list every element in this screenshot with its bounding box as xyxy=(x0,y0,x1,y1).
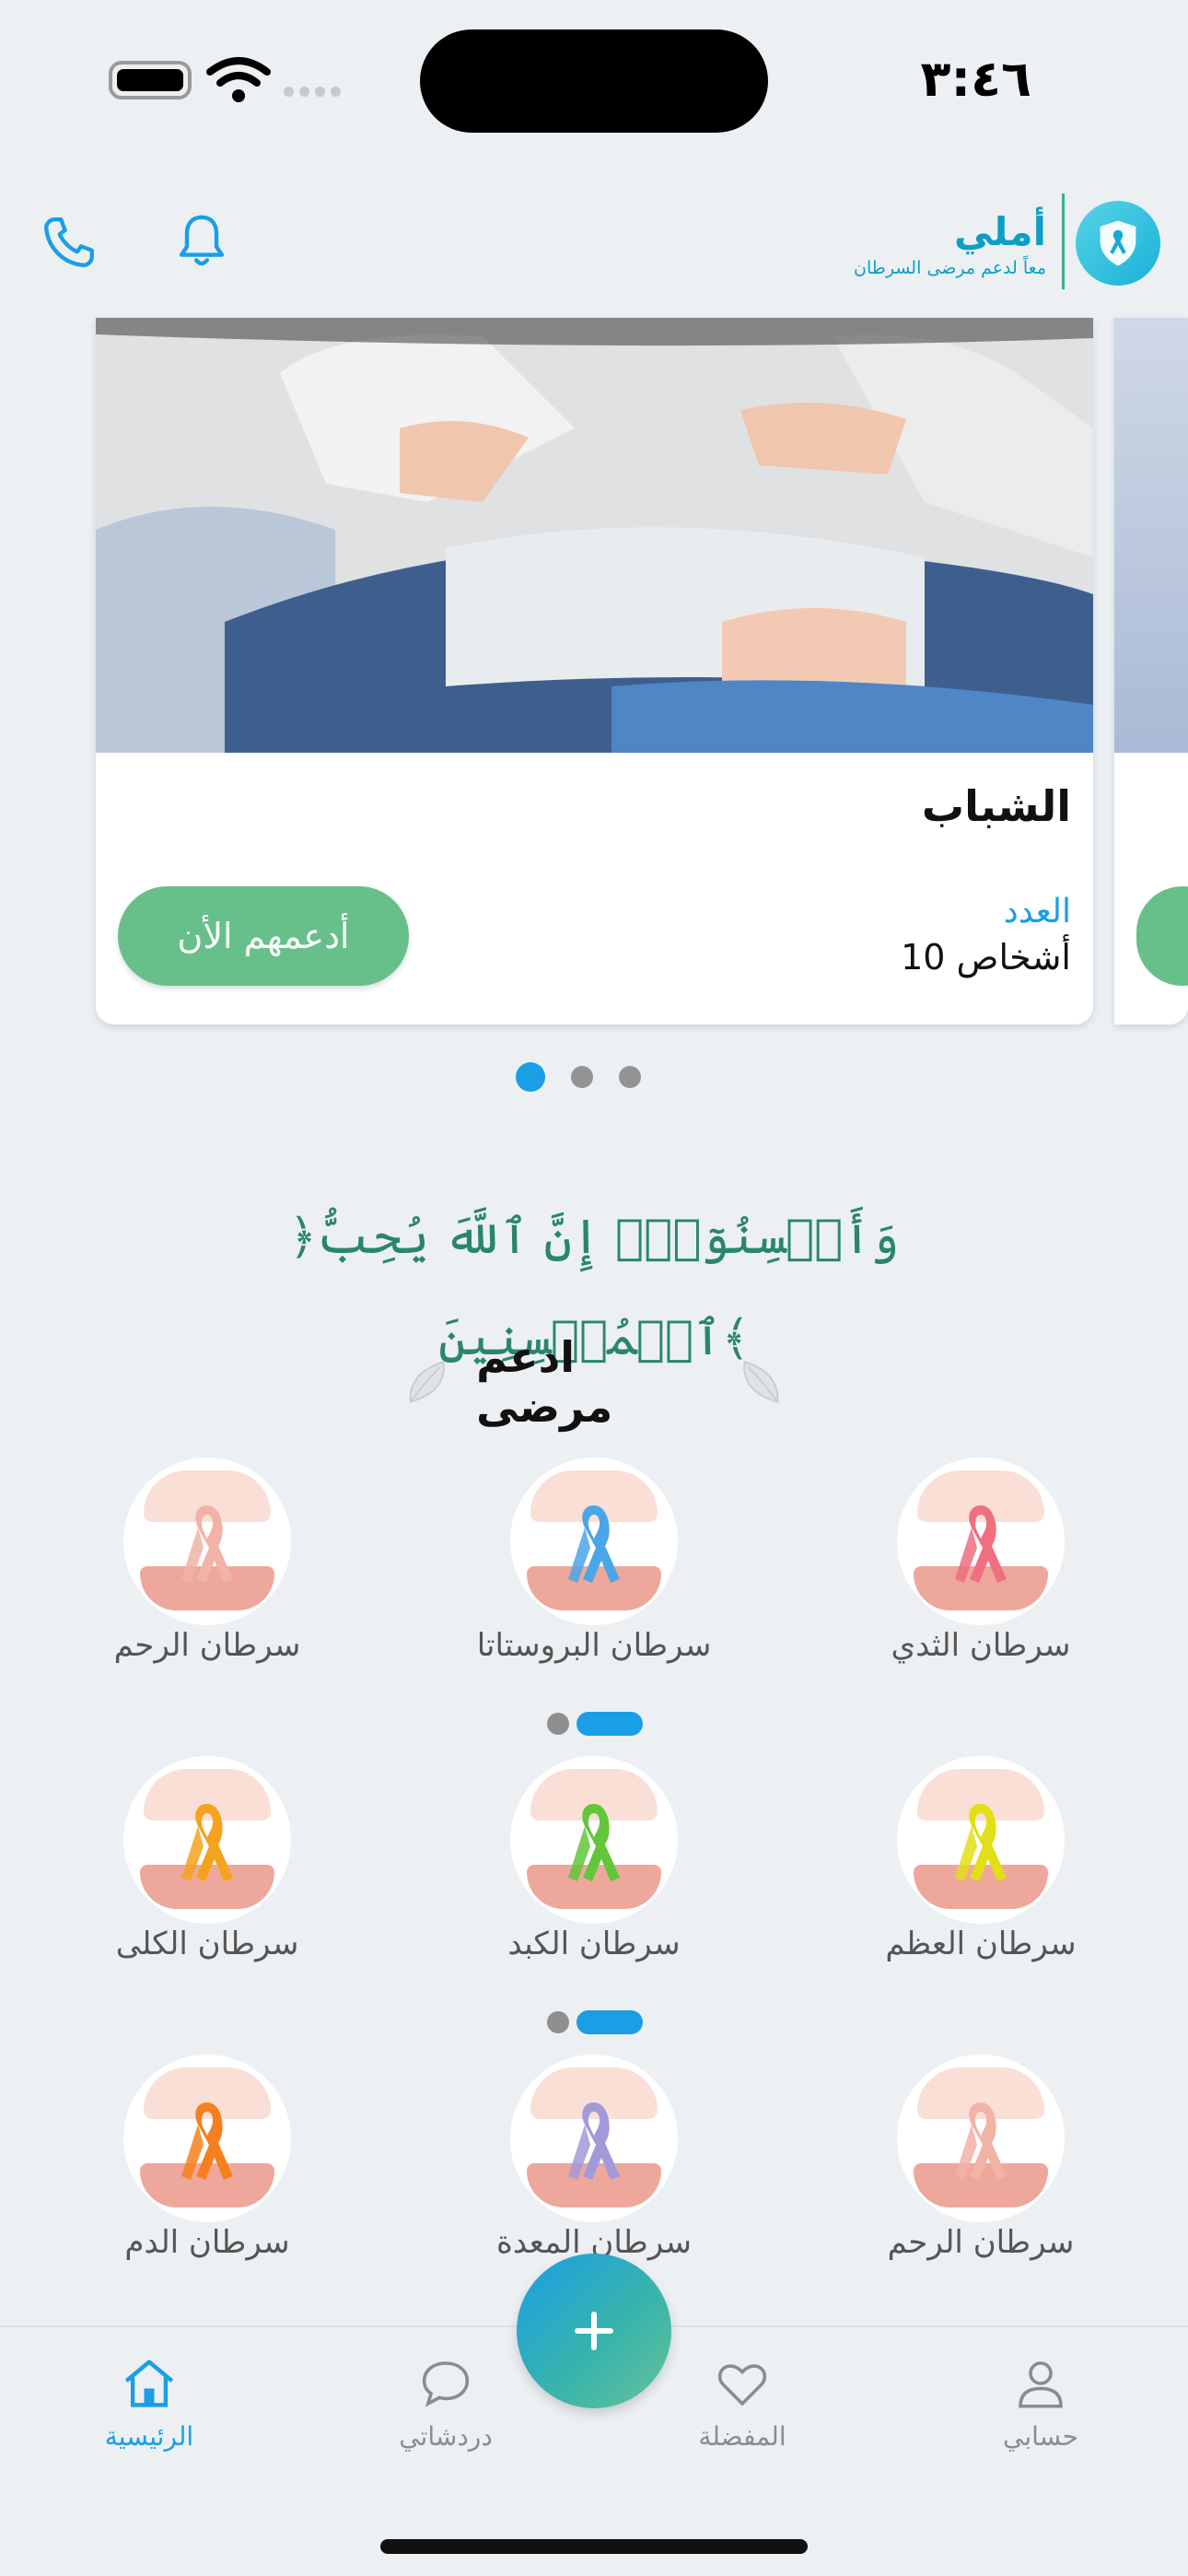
category-item[interactable]: سرطان الكلى xyxy=(41,1756,373,1968)
home-icon xyxy=(124,2359,174,2407)
bell-icon[interactable] xyxy=(169,208,234,275)
phone-icon[interactable] xyxy=(37,210,101,275)
category-item[interactable]: سرطان الكبد xyxy=(428,1756,760,1968)
category-label: سرطان الدم xyxy=(124,2224,290,2261)
category-label: سرطان الرحم xyxy=(887,2224,1075,2261)
header-divider xyxy=(1062,193,1065,289)
category-label: سرطان البروستاتا xyxy=(476,1627,712,1664)
add-button[interactable] xyxy=(517,2254,671,2408)
heart-icon xyxy=(717,2364,767,2406)
category-label: سرطان العظم xyxy=(885,1926,1077,1962)
home-indicator xyxy=(380,2539,808,2554)
tab-home[interactable]: الرئيسية xyxy=(57,2353,241,2482)
category-item[interactable]: سرطان الرحم xyxy=(41,1458,373,1669)
support-now-button[interactable] xyxy=(1136,886,1188,986)
section-header: ادعم مرضى xyxy=(405,1332,783,1432)
tab-label: المفضلة xyxy=(698,2421,786,2452)
category-item[interactable]: سرطان الثدي xyxy=(815,1458,1147,1669)
tab-favorites[interactable]: المفضلة xyxy=(650,2353,834,2482)
tab-chats[interactable]: دردشاتي xyxy=(354,2353,538,2482)
status-bar: ٣:٤٦ xyxy=(0,0,1188,157)
pager-dot[interactable] xyxy=(547,2011,569,2033)
pager-dot-active[interactable] xyxy=(577,1712,643,1736)
pager-dot[interactable] xyxy=(619,1066,641,1088)
wifi-icon xyxy=(206,57,271,102)
section-title: ادعم مرضى xyxy=(476,1332,613,1432)
tab-label: حسابي xyxy=(1003,2421,1078,2452)
chat-icon xyxy=(422,2361,470,2407)
category-item[interactable]: سرطان البروستاتا xyxy=(428,1458,760,1669)
ribbon-hands-icon xyxy=(510,2055,678,2222)
count-label: العدد xyxy=(1003,893,1071,931)
count-value: 10 أشخاص xyxy=(901,937,1071,978)
tab-account[interactable]: حسابي xyxy=(949,2353,1133,2482)
ribbon-hands-icon xyxy=(897,2055,1065,2222)
pager-dot-active[interactable] xyxy=(577,2010,643,2034)
card-photo xyxy=(1114,318,1188,753)
category-label: سرطان الكلى xyxy=(115,1926,299,1962)
category-item[interactable]: سرطان الرحم xyxy=(815,2055,1147,2266)
status-time: ٣:٤٦ xyxy=(920,50,1031,108)
ribbon-hands-icon xyxy=(897,1756,1065,1924)
ribbon-hands-icon xyxy=(897,1458,1065,1625)
carousel-card-next[interactable] xyxy=(1114,318,1188,1025)
support-now-button[interactable]: أدعمهم الأن xyxy=(118,886,409,986)
card-title: الشباب xyxy=(921,781,1071,831)
category-item[interactable]: سرطان العظم xyxy=(815,1756,1147,1968)
card-photo-illustration xyxy=(96,318,1093,753)
ribbon-hands-icon xyxy=(123,1756,291,1924)
tab-label: الرئيسية xyxy=(104,2421,194,2452)
dynamic-island xyxy=(420,29,768,133)
shield-ribbon-icon xyxy=(1076,201,1160,286)
ribbon-hands-icon xyxy=(123,2055,291,2222)
row-pager[interactable] xyxy=(547,2010,643,2034)
leaf-icon xyxy=(409,1361,445,1403)
pager-dot-active[interactable] xyxy=(516,1062,545,1092)
signal-icon xyxy=(284,85,348,98)
carousel-card[interactable]: الشباب العدد 10 أشخاص أدعمهم الأن xyxy=(96,318,1093,1025)
ribbon-hands-icon xyxy=(510,1756,678,1924)
battery-icon xyxy=(109,61,192,100)
quran-verse: ﴿وَأَحۡسِنُوٓاْۚ إِنَّ ٱللَّهَ يُحِبُّ ٱ… xyxy=(288,1210,900,1366)
category-item[interactable]: سرطان الدم xyxy=(41,2055,373,2266)
leaf-icon xyxy=(743,1361,779,1403)
app-name: أملي xyxy=(953,209,1046,254)
plus-icon xyxy=(575,2312,613,2350)
tab-label: دردشاتي xyxy=(399,2421,493,2452)
ribbon-hands-icon xyxy=(123,1458,291,1625)
card-photo xyxy=(96,318,1093,753)
user-icon xyxy=(1019,2361,1063,2408)
pager-dot[interactable] xyxy=(547,1713,569,1735)
category-label: سرطان الكبد xyxy=(507,1926,681,1962)
app-tagline: معاً لدعم مرضى السرطان xyxy=(854,258,1046,278)
ribbon-hands-icon xyxy=(510,1458,678,1625)
row-pager[interactable] xyxy=(547,1712,643,1736)
pager-dot[interactable] xyxy=(571,1066,593,1088)
carousel-pager[interactable] xyxy=(516,1061,672,1093)
category-label: سرطان الثدي xyxy=(891,1627,1071,1664)
category-label: سرطان الرحم xyxy=(113,1627,301,1664)
category-item[interactable]: سرطان المعدة xyxy=(428,2055,760,2266)
